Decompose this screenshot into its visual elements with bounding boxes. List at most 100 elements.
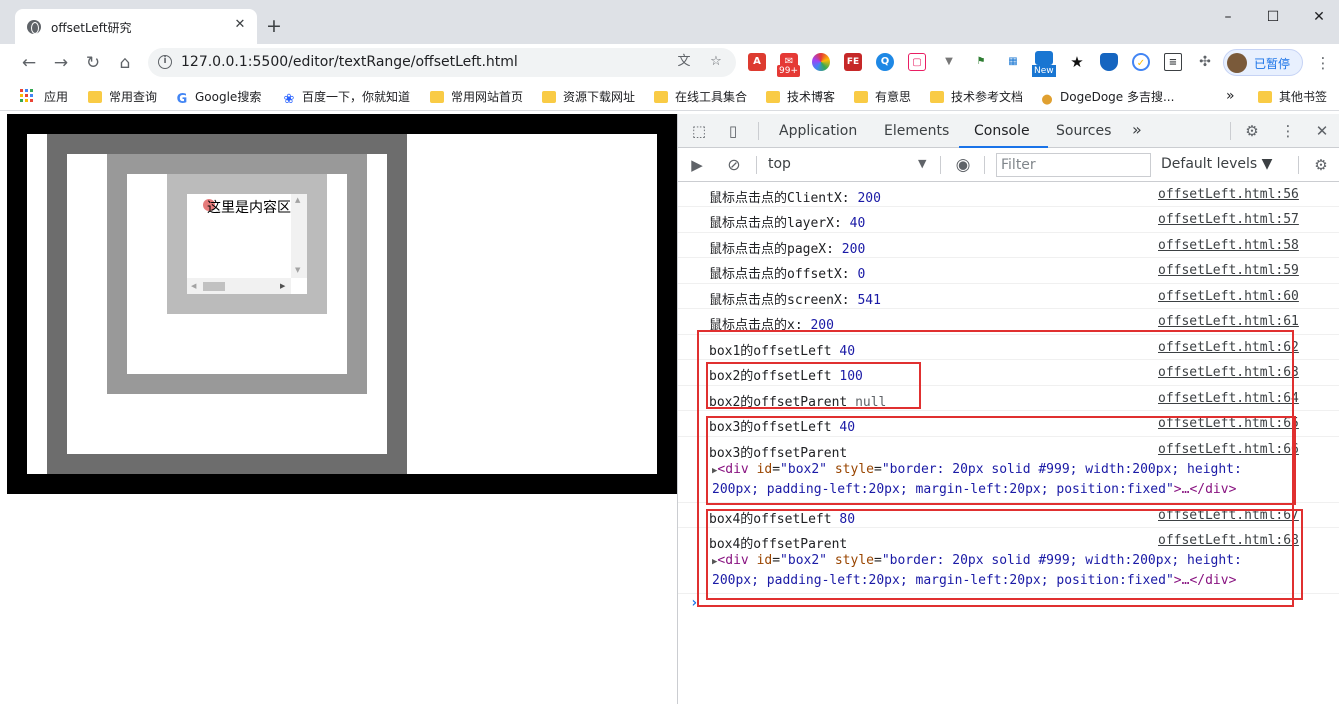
new-tab-button[interactable]: +	[266, 16, 282, 36]
bookmark-item[interactable]: 资源下载网址	[542, 88, 635, 105]
device-toolbar-icon[interactable]: ▯	[723, 121, 743, 141]
sidebar-toggle-icon[interactable]: ▶	[687, 155, 707, 175]
bookmark-item[interactable]: G Google搜索	[175, 88, 262, 107]
source-link[interactable]: offsetLeft.html:56	[1158, 187, 1299, 202]
fe-extension-icon[interactable]: FE	[844, 53, 862, 71]
source-link[interactable]: offsetLeft.html:58	[1158, 238, 1299, 253]
shield-extension-icon[interactable]	[1100, 53, 1118, 71]
bookmarks-overflow-button[interactable]: »	[1226, 88, 1235, 104]
bookmark-item[interactable]: 技术参考文档	[930, 88, 1023, 105]
bookmark-other[interactable]: 其他书签	[1258, 88, 1327, 105]
bookmark-item[interactable]: 技术博客	[766, 88, 835, 105]
site-info-icon[interactable]: i	[158, 55, 172, 69]
bookmark-star-icon[interactable]: ☆	[707, 53, 725, 71]
inspect-element-icon[interactable]: ⬚	[689, 121, 709, 141]
devtools-menu-icon[interactable]: ⋮	[1278, 121, 1298, 141]
source-link[interactable]: offsetLeft.html:57	[1158, 212, 1299, 227]
element-preview[interactable]: ▶<div id="box2" style="border: 20px soli…	[712, 553, 1242, 568]
attr-value: "box2"	[780, 462, 828, 477]
forward-arrow-icon[interactable]: →	[50, 52, 72, 74]
source-link[interactable]: offsetLeft.html:61	[1158, 314, 1299, 329]
vue-extension-icon[interactable]: ▼	[940, 53, 958, 71]
console-output: 鼠标点击点的ClientX: 200 offsetLeft.html:56 鼠标…	[678, 182, 1339, 704]
bookmark-item[interactable]: 常用网站首页	[430, 88, 523, 105]
log-text: box4的offsetParent	[709, 533, 847, 552]
console-message: 鼠标点击点的offsetX: 0 offsetLeft.html:59	[678, 258, 1339, 284]
bookmark-label: 资源下载网址	[563, 90, 636, 104]
home-icon[interactable]: ⌂	[114, 52, 136, 74]
tab-elements[interactable]: Elements	[884, 123, 949, 139]
tab-sources[interactable]: Sources	[1056, 123, 1111, 139]
more-tabs-button[interactable]: »	[1132, 120, 1142, 139]
puzzle-icon[interactable]: ✣	[1196, 53, 1214, 71]
bookmark-item[interactable]: 常用查询	[88, 88, 157, 105]
context-dropdown-icon[interactable]: ▼	[918, 157, 926, 170]
devtools-close-icon[interactable]: ✕	[1312, 121, 1332, 141]
clear-console-icon[interactable]: ⊘	[724, 155, 744, 175]
source-link[interactable]: offsetLeft.html:68	[1158, 533, 1299, 548]
source-link[interactable]: offsetLeft.html:62	[1158, 340, 1299, 355]
translate-icon[interactable]: 文	[675, 53, 693, 71]
source-link[interactable]: offsetLeft.html:66	[1158, 442, 1299, 457]
settings-gear-icon[interactable]: ⚙	[1242, 121, 1262, 141]
folder-icon	[1258, 91, 1272, 103]
profile-button[interactable]: 已暂停	[1223, 49, 1303, 76]
eye-icon[interactable]: ◉	[953, 155, 973, 175]
bookmark-item[interactable]: 在线工具集合	[654, 88, 747, 105]
scroll-down-arrow-icon[interactable]: ▼	[295, 266, 300, 274]
source-link[interactable]: offsetLeft.html:64	[1158, 391, 1299, 406]
log-label: 鼠标点击点的offsetX:	[709, 267, 850, 282]
attr-name: style	[827, 462, 874, 477]
bookmark-label: 常用网站首页	[451, 90, 524, 104]
tab-console[interactable]: Console	[974, 123, 1030, 139]
reload-icon[interactable]: ↻	[82, 52, 104, 74]
bilibili-extension-icon[interactable]: ▢	[908, 53, 926, 71]
tab-application[interactable]: Application	[779, 123, 857, 139]
source-link[interactable]: offsetLeft.html:67	[1158, 508, 1299, 523]
search-extension-icon[interactable]: Q	[876, 53, 894, 71]
browser-tab[interactable]: offsetLeft研究 ✕	[15, 9, 257, 44]
window-extension-icon[interactable]	[1035, 51, 1053, 65]
source-link[interactable]: offsetLeft.html:59	[1158, 263, 1299, 278]
back-arrow-icon[interactable]: ←	[18, 52, 40, 74]
source-link[interactable]: offsetLeft.html:60	[1158, 289, 1299, 304]
log-label: box4的offsetParent	[709, 537, 848, 552]
bookmark-apps[interactable]: 应用	[44, 88, 68, 105]
tab-close-icon[interactable]: ✕	[231, 16, 249, 34]
source-link[interactable]: offsetLeft.html:63	[1158, 365, 1299, 380]
list-extension-icon[interactable]: ≡	[1164, 53, 1182, 71]
color-picker-extension-icon[interactable]	[812, 53, 830, 71]
menu-kebab-icon[interactable]: ⋮	[1312, 52, 1334, 74]
folder-icon	[430, 91, 444, 103]
scroll-right-arrow-icon[interactable]: ▶	[280, 282, 285, 290]
page-viewport: 这里是内容区 ▲ ▼ ◀ ▶	[7, 114, 677, 704]
maximize-button[interactable]: ☐	[1260, 6, 1286, 28]
grid-extension-icon[interactable]: ▦	[1004, 53, 1022, 71]
scroll-left-arrow-icon[interactable]: ◀	[191, 282, 196, 290]
bookmark-item[interactable]: 有意思	[854, 88, 911, 105]
source-link[interactable]: offsetLeft.html:65	[1158, 416, 1299, 431]
star-extension-icon[interactable]: ★	[1068, 53, 1086, 71]
tab-strip: offsetLeft研究 ✕ + – ☐ ✕	[0, 0, 1339, 44]
box4[interactable]: 这里是内容区 ▲ ▼ ◀ ▶	[187, 194, 307, 294]
console-prompt-icon[interactable]: ›	[690, 595, 698, 611]
address-bar[interactable]: i 127.0.0.1:5500/editor/textRange/offset…	[148, 48, 736, 77]
angular-extension-icon[interactable]: A	[748, 53, 766, 71]
horizontal-scrollbar[interactable]: ◀ ▶	[187, 278, 291, 294]
scroll-up-arrow-icon[interactable]: ▲	[295, 196, 300, 204]
minimize-button[interactable]: –	[1215, 6, 1241, 28]
vertical-scrollbar[interactable]: ▲ ▼	[291, 194, 307, 278]
bookmark-item[interactable]: ● DogeDoge 多吉搜...	[1040, 88, 1174, 107]
console-message: box1的offsetLeft 40 offsetLeft.html:62	[678, 335, 1339, 360]
check-extension-icon[interactable]: ✓	[1132, 53, 1150, 71]
flag-extension-icon[interactable]: ⚑	[972, 53, 990, 71]
window-close-button[interactable]: ✕	[1306, 6, 1332, 28]
filter-input[interactable]: Filter	[996, 153, 1151, 177]
apps-grid-icon[interactable]	[20, 89, 34, 103]
horizontal-scroll-thumb[interactable]	[203, 282, 225, 291]
element-preview[interactable]: ▶<div id="box2" style="border: 20px soli…	[712, 462, 1242, 477]
log-levels-select[interactable]: Default levels ▼	[1161, 156, 1272, 172]
context-select[interactable]: top	[768, 156, 791, 172]
console-settings-gear-icon[interactable]: ⚙	[1311, 155, 1331, 175]
bookmark-item[interactable]: ❀ 百度一下，你就知道	[282, 88, 410, 107]
